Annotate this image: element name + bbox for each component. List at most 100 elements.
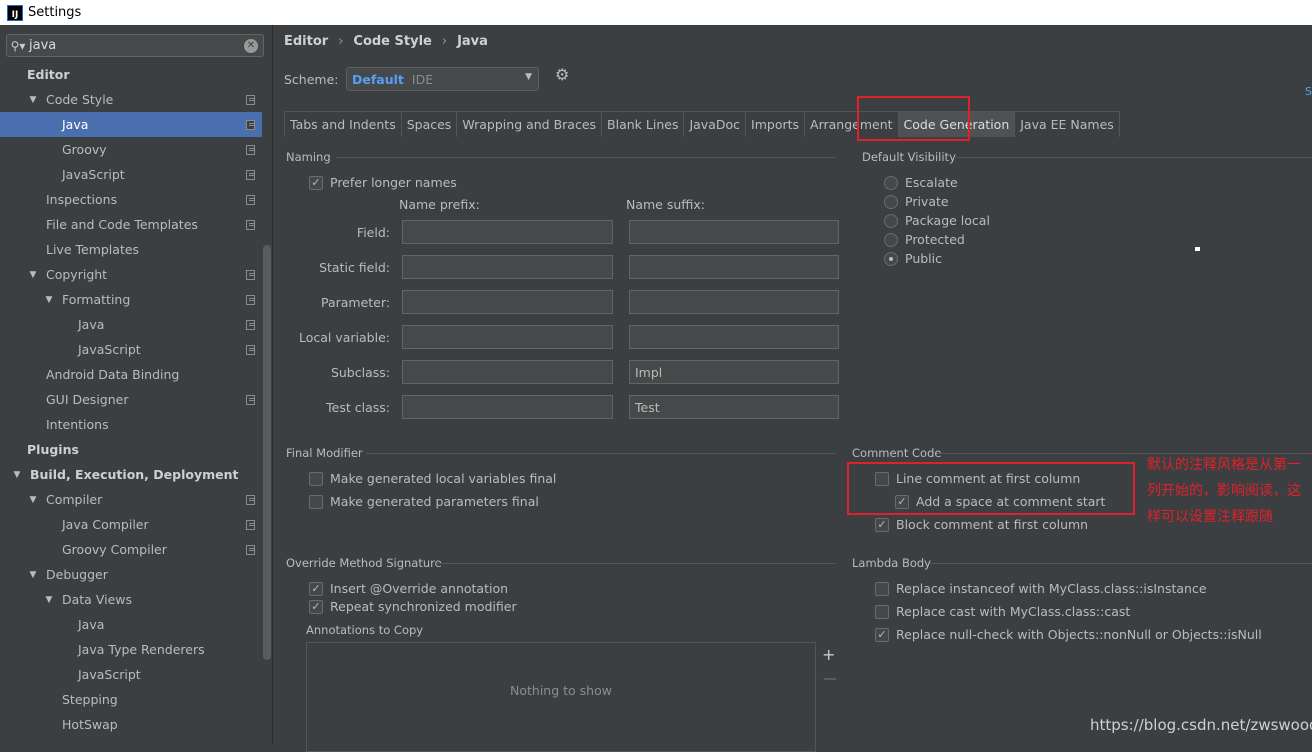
block-comment-first-column-checkbox[interactable]: ✓ Block comment at first column — [875, 517, 1088, 532]
name-suffix-input[interactable]: Impl — [629, 360, 839, 384]
tree-item[interactable]: Java — [0, 312, 262, 337]
scheme-row: Scheme: Default IDE ▼ — [284, 67, 539, 91]
tree-item[interactable]: Java — [0, 612, 262, 637]
tree-item[interactable]: ▼ Debugger — [0, 562, 262, 587]
tree-item[interactable]: ▼ Code Style — [0, 87, 262, 112]
tree-item[interactable]: JavaScript — [0, 337, 262, 362]
name-prefix-input[interactable] — [402, 290, 613, 314]
tab-item[interactable]: Spaces — [400, 111, 458, 137]
tree-item[interactable]: JavaScript — [0, 662, 262, 687]
tree-item-label: Live Templates — [46, 242, 140, 257]
visibility-radio[interactable]: Escalate — [884, 175, 958, 190]
gear-icon[interactable]: ⚙ — [555, 65, 569, 84]
visibility-radio[interactable]: Protected — [884, 232, 965, 247]
tree-item[interactable]: Stepping — [0, 687, 262, 712]
tree-item[interactable]: File and Code Templates — [0, 212, 262, 237]
final-params-checkbox[interactable]: Make generated parameters final — [309, 494, 539, 509]
line-comment-first-column-checkbox[interactable]: Line comment at first column — [875, 471, 1080, 486]
tree-item[interactable]: Live Templates — [0, 237, 262, 262]
name-suffix-input[interactable] — [629, 290, 839, 314]
name-prefix-input[interactable] — [402, 360, 613, 384]
tab-item[interactable]: Java EE Names — [1014, 111, 1120, 137]
chevron-down-icon[interactable]: ▼ — [28, 570, 38, 580]
chevron-down-icon[interactable]: ▼ — [28, 495, 38, 505]
name-suffix-input[interactable] — [629, 220, 839, 244]
tree-item[interactable]: ▼ Copyright — [0, 262, 262, 287]
checkbox-icon — [309, 471, 323, 486]
tree-item[interactable]: Groovy — [0, 137, 262, 162]
visibility-radio-label: Public — [905, 251, 942, 266]
settings-tree: Editor ▼ Code Style Java Groovy JavaScript Ins… — [0, 62, 262, 737]
copy-icon — [246, 270, 255, 280]
scheme-name: Default — [352, 71, 404, 87]
tab-item[interactable]: Blank Lines — [601, 111, 685, 137]
replace-null-check-label: Replace null-check with Objects::nonNull… — [896, 627, 1262, 642]
add-space-label: Add a space at comment start — [916, 494, 1106, 509]
radio-icon — [884, 232, 898, 247]
scheme-label: Scheme: — [284, 71, 339, 87]
naming-title: Naming — [286, 150, 331, 164]
search-input[interactable]: java — [29, 38, 244, 53]
annotations-list[interactable]: Nothing to show — [306, 642, 816, 752]
tab-item[interactable]: Imports — [745, 111, 806, 137]
tab-item[interactable]: Wrapping and Braces — [456, 111, 603, 137]
clear-icon[interactable]: ✕ — [244, 38, 258, 53]
tree-item-label: Copyright — [46, 267, 108, 282]
search-field[interactable]: ⚲▾ java ✕ — [6, 34, 264, 57]
tree-item[interactable]: Java — [0, 112, 262, 137]
name-suffix-input[interactable] — [629, 325, 839, 349]
tree-item[interactable]: ▼ Build, Execution, Deployment — [0, 462, 262, 487]
name-prefix-input[interactable] — [402, 325, 613, 349]
name-prefix-input[interactable] — [402, 395, 613, 419]
sidebar-scrollbar[interactable] — [263, 245, 271, 660]
tree-item[interactable]: Inspections — [0, 187, 262, 212]
tree-item[interactable]: GUI Designer — [0, 387, 262, 412]
tree-item[interactable]: Groovy Compiler — [0, 537, 262, 562]
scheme-dropdown[interactable]: Default IDE ▼ — [346, 67, 539, 91]
visibility-radio-label: Protected — [905, 232, 965, 247]
tree-item[interactable]: Editor — [0, 62, 262, 87]
insert-override-checkbox[interactable]: ✓ Insert @Override annotation — [309, 581, 508, 596]
tree-item[interactable]: ▼ Formatting — [0, 287, 262, 312]
replace-null-check-checkbox[interactable]: ✓ Replace null-check with Objects::nonNul… — [875, 627, 1262, 642]
tree-item[interactable]: ▼ Compiler — [0, 487, 262, 512]
tree-item[interactable]: Java Compiler — [0, 512, 262, 537]
name-prefix-input[interactable] — [402, 220, 613, 244]
tree-item-label: Groovy Compiler — [62, 542, 167, 557]
add-icon[interactable]: + — [822, 645, 835, 664]
repeat-synchronized-checkbox[interactable]: ✓ Repeat synchronized modifier — [309, 599, 517, 614]
chevron-down-icon[interactable]: ▼ — [44, 295, 54, 305]
add-space-checkbox[interactable]: ✓ Add a space at comment start — [895, 494, 1105, 509]
tree-item-label: Code Style — [46, 92, 114, 107]
tree-item[interactable]: Java Type Renderers — [0, 637, 262, 662]
visibility-radio[interactable]: Package local — [884, 213, 990, 228]
search-icon[interactable]: ⚲▾ — [7, 39, 29, 53]
tree-item[interactable]: Intentions — [0, 412, 262, 437]
tab-item[interactable]: JavaDoc — [683, 111, 747, 137]
set-from-link[interactable]: S — [1305, 85, 1312, 98]
remove-icon[interactable]: — — [823, 671, 837, 687]
chevron-down-icon[interactable]: ▼ — [12, 470, 22, 480]
visibility-radio[interactable]: Private — [884, 194, 949, 209]
checkbox-icon — [875, 471, 889, 486]
name-prefix-input[interactable] — [402, 255, 613, 279]
tree-item[interactable]: Plugins — [0, 437, 262, 462]
tree-item[interactable]: ▼ Data Views — [0, 587, 262, 612]
name-suffix-input[interactable]: Test — [629, 395, 839, 419]
tree-item[interactable]: HotSwap — [0, 712, 262, 737]
prefer-longer-checkbox[interactable]: ✓ Prefer longer names — [309, 175, 457, 190]
chevron-down-icon[interactable]: ▼ — [28, 270, 38, 280]
tree-item[interactable]: Android Data Binding — [0, 362, 262, 387]
visibility-radio-label: Package local — [905, 213, 990, 228]
breadcrumb-editor: Editor — [284, 34, 329, 49]
tab-item[interactable]: Tabs and Indents — [284, 111, 402, 137]
name-suffix-input[interactable] — [629, 255, 839, 279]
chevron-down-icon[interactable]: ▼ — [28, 95, 38, 105]
chevron-down-icon[interactable]: ▼ — [44, 595, 54, 605]
visibility-radio[interactable]: Public — [884, 251, 942, 266]
naming-row-label: Parameter: — [320, 295, 390, 310]
replace-instanceof-checkbox[interactable]: Replace instanceof with MyClass.class::i… — [875, 581, 1207, 596]
replace-cast-checkbox[interactable]: Replace cast with MyClass.class::cast — [875, 604, 1130, 619]
final-locals-checkbox[interactable]: Make generated local variables final — [309, 471, 556, 486]
tree-item[interactable]: JavaScript — [0, 162, 262, 187]
